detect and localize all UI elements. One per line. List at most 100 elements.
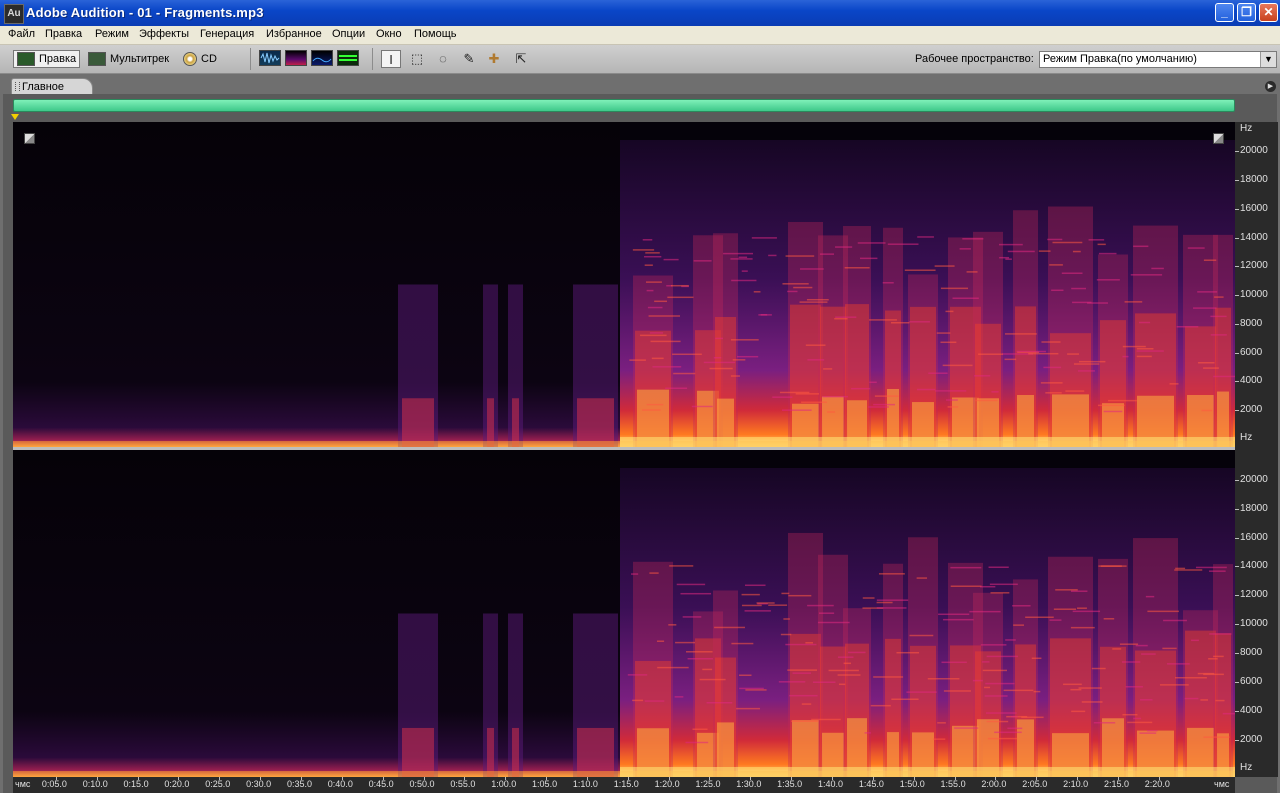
menu-file[interactable]: Файл [8,28,35,40]
time-label: 1:25.0 [695,779,721,789]
hz-tick [1235,624,1239,626]
time-label: 2:00.0 [981,779,1007,789]
menu-generate[interactable]: Генерация [200,28,254,40]
playhead-marker[interactable] [11,114,19,120]
right-channel-spectrogram[interactable] [13,450,1235,777]
menu-help[interactable]: Помощь [414,28,457,40]
time-tick [96,777,98,780]
hz-tick [1235,410,1239,412]
channel-divider [13,447,1235,450]
multitrack-icon [88,52,106,67]
hz-label: 8000 [1240,317,1263,329]
time-tick [546,777,548,780]
grip-icon[interactable] [15,82,20,91]
time-tick [1077,777,1079,780]
restore-button[interactable]: ❐ [1237,3,1256,22]
title-bar: Au Adobe Audition - 01 - Fragments.mp3 _… [0,0,1280,26]
workspace-select-value: Режим Правка(по умолчанию) [1043,53,1197,65]
time-tick [954,777,956,780]
time-label: 1:55.0 [940,779,966,789]
tab-main-label: Главное [22,81,65,93]
hz-tick [1235,711,1239,713]
time-tick [382,777,384,780]
hz-tick [1235,295,1239,297]
menu-window[interactable]: Окно [376,28,402,40]
zoom-overview-bar[interactable] [13,99,1235,112]
time-ruler[interactable]: чмс чмс 0:05.0 0:10.0 0:15.0 0:20.0 0:25.0 0:… [13,777,1235,793]
time-tick [1158,777,1160,780]
lasso-icon[interactable]: ◌ [433,50,453,68]
menu-favorites[interactable]: Избранное [266,28,322,40]
time-tick [219,777,221,780]
menu-options[interactable]: Опции [332,28,365,40]
hz-unit-label: Hz [1240,762,1253,773]
spectral-phase-view-button[interactable] [337,50,359,66]
close-button[interactable]: ✕ [1259,3,1278,22]
time-tick [668,777,670,780]
tab-main[interactable]: Главное [11,78,93,94]
hz-label: 10000 [1240,289,1268,301]
time-format-start-label: чмс [15,779,31,789]
menu-effects[interactable]: Эффекты [139,28,189,40]
spectral-frequency-view-button[interactable] [285,50,307,66]
time-label: 1:30.0 [736,779,762,789]
marquee-icon[interactable]: ⬚ [407,50,427,68]
hz-tick [1235,537,1239,539]
panel-menu-button[interactable]: ▶ [1265,81,1276,92]
chevron-down-icon[interactable]: ▼ [1260,52,1276,67]
multitrack-mode-button[interactable]: Мультитрек [88,50,169,68]
hz-label: 8000 [1240,647,1263,659]
scrub-icon[interactable]: ⇱ [511,50,531,68]
spectrum-peak-floor [620,437,1235,447]
hz-label: 10000 [1240,618,1268,630]
spectral-phase-view-icon [339,55,357,61]
time-label: 1:10.0 [572,779,598,789]
spectral-pan-view-button[interactable] [311,50,333,66]
right-channel-spectrum [13,450,1235,777]
waveform-view-button[interactable] [259,50,281,66]
time-tick [586,777,588,780]
frequency-ruler[interactable]: Hz 20000 18000 16000 14000 12000 10000 8000 600… [1235,122,1278,777]
time-label: 2:15.0 [1103,779,1129,789]
time-selection-icon[interactable]: I [381,50,401,68]
time-label: 0:45.0 [368,779,394,789]
workspace-select[interactable]: Режим Правка(по умолчанию) ▼ [1039,51,1277,68]
hz-tick [1235,479,1239,481]
time-label: 0:10.0 [82,779,108,789]
time-tick [55,777,57,780]
spectrum-peak-floor [620,767,1235,777]
time-tick [137,777,139,780]
time-label: 1:40.0 [818,779,844,789]
hz-tick [1235,323,1239,325]
spot-healing-icon[interactable]: ✚ [484,50,504,68]
menu-mode[interactable]: Режим [95,28,129,40]
time-label: 0:20.0 [164,779,190,789]
time-label: 1:45.0 [858,779,884,789]
time-label: 2:05.0 [1022,779,1048,789]
time-tick [1117,777,1119,780]
brush-icon[interactable]: ✎ [459,50,479,68]
left-channel-spectrogram[interactable] [13,122,1235,447]
time-tick [260,777,262,780]
cd-mode-button[interactable]: CD [183,50,217,68]
time-label: 1:35.0 [777,779,803,789]
waveform-view-icon [260,52,280,64]
edit-mode-label: Правка [39,53,77,65]
zoom-corner-right-icon[interactable] [1213,133,1224,144]
spectral-pan-view-icon [312,57,332,63]
hz-label: 2000 [1240,734,1263,746]
hz-label: 18000 [1240,174,1268,186]
hz-tick [1235,653,1239,655]
audition-app-icon[interactable]: Au [4,4,24,24]
time-label: 1:50.0 [899,779,925,789]
time-label: 0:05.0 [41,779,67,789]
time-tick [750,777,752,780]
minimize-button[interactable]: _ [1215,3,1234,22]
time-label: 0:30.0 [246,779,272,789]
time-label: 1:05.0 [532,779,558,789]
toolbar-separator [250,48,251,70]
time-label: 1:20.0 [654,779,680,789]
menu-edit[interactable]: Правка [45,28,82,40]
edit-mode-button[interactable]: Правка [13,50,81,68]
zoom-corner-left-icon[interactable] [24,133,35,144]
